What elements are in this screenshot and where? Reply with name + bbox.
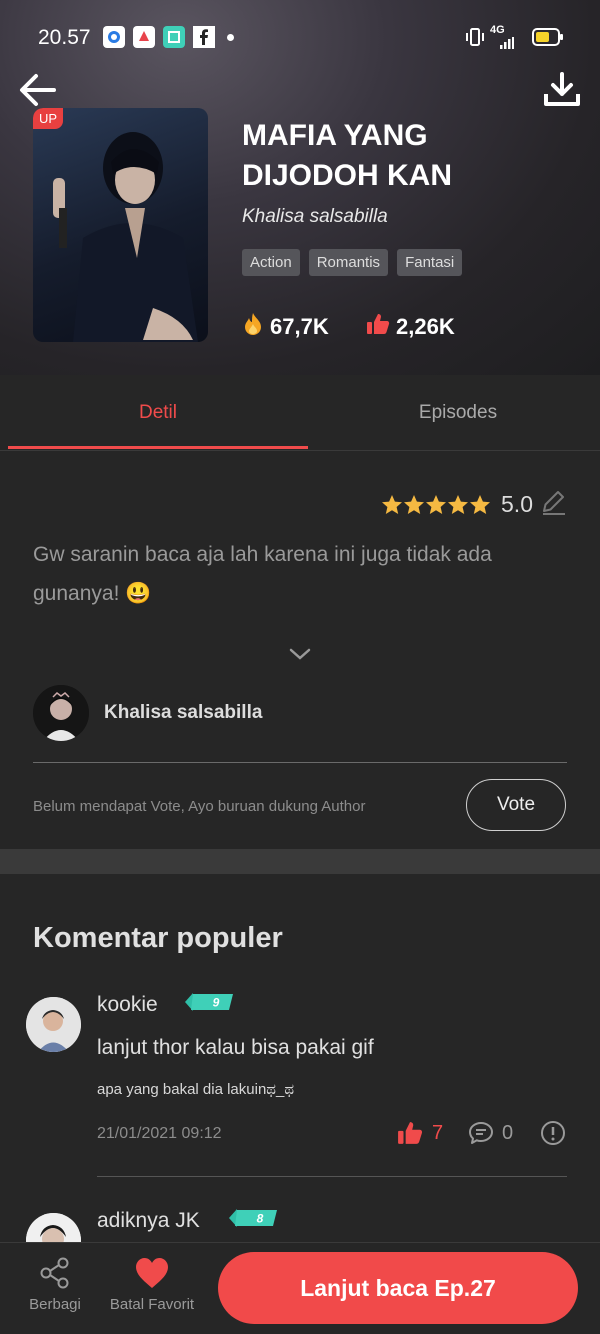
unfavorite-button[interactable]: Batal Favorit xyxy=(100,1256,204,1313)
comment-reply-count: 0 xyxy=(502,1121,514,1144)
status-time: 20.57 xyxy=(38,26,91,49)
comment-reply-button[interactable]: 0 xyxy=(468,1120,513,1146)
rating: 5.0 xyxy=(381,488,567,521)
share-button[interactable]: Berbagi xyxy=(22,1256,88,1313)
author-name: Khalisa salsabilla xyxy=(104,702,263,723)
section-separator xyxy=(0,849,600,874)
speech-bubble-icon xyxy=(469,1122,493,1144)
level-number: 9 xyxy=(213,996,220,1010)
heart-icon xyxy=(136,1258,168,1288)
comment-divider xyxy=(97,1176,567,1177)
views-stat: 67,7K xyxy=(242,312,329,342)
app-notification-icon-3 xyxy=(163,26,185,48)
comments-heading: Komentar populer xyxy=(33,922,283,954)
vote-button[interactable]: Vote xyxy=(466,779,566,831)
comment-date: 21/01/2021 09:12 xyxy=(97,1125,222,1142)
tab-detail[interactable]: Detil xyxy=(0,402,316,424)
star-rating-icon xyxy=(382,494,491,514)
tab-episodes[interactable]: Episodes xyxy=(308,402,600,424)
commenter-name[interactable]: adiknya JK xyxy=(97,1209,200,1233)
comment-text: lanjut thor kalau bisa pakai gif xyxy=(97,1036,374,1059)
signal-icon xyxy=(500,36,514,54)
flame-icon xyxy=(242,312,264,342)
vote-note: Belum mendapat Vote, Ayo buruan dukung A… xyxy=(33,798,366,815)
level-badge: 9 xyxy=(185,993,233,1011)
continue-reading-button[interactable]: Lanjut baca Ep.27 xyxy=(218,1252,578,1324)
genre-tag[interactable]: Romantis xyxy=(308,249,389,276)
likes-count: 2,26K xyxy=(396,314,455,339)
download-icon[interactable] xyxy=(542,70,582,110)
commenter-name[interactable]: kookie xyxy=(97,993,158,1017)
genre-tag[interactable]: Action xyxy=(242,249,300,276)
status-bar: 20.57 4G xyxy=(0,0,600,74)
share-icon xyxy=(40,1257,69,1289)
commenter-avatar[interactable] xyxy=(26,997,81,1052)
genre-tag[interactable]: Fantasi xyxy=(397,249,463,276)
thumbs-up-icon xyxy=(366,312,390,342)
comment-like-button[interactable]: 7 xyxy=(396,1120,443,1146)
vibrate-icon xyxy=(464,26,486,53)
update-badge: UP xyxy=(33,108,64,129)
expand-chevron-icon[interactable] xyxy=(288,646,312,667)
comment-subtext: apa yang bakal dia lakuinಥ_ಥ xyxy=(97,1081,295,1098)
edit-pencil-icon[interactable] xyxy=(539,488,567,521)
cover-image: UP xyxy=(33,108,208,342)
genre-tags: Action Romantis Fantasi xyxy=(242,249,463,276)
author-avatar xyxy=(33,685,89,741)
more-notifications-icon xyxy=(227,34,234,41)
views-count: 67,7K xyxy=(270,314,329,339)
report-icon[interactable] xyxy=(540,1120,566,1151)
app-notification-icon-2 xyxy=(133,26,155,48)
back-arrow-icon[interactable] xyxy=(18,70,58,110)
facebook-icon xyxy=(193,26,215,48)
thumbs-up-icon xyxy=(398,1122,423,1144)
unfavorite-label: Batal Favorit xyxy=(109,1296,195,1313)
rating-value: 5.0 xyxy=(501,491,533,517)
divider xyxy=(33,762,567,763)
author-row[interactable]: Khalisa salsabilla xyxy=(33,685,262,741)
tab-bar: Detil Episodes xyxy=(0,375,600,451)
novel-author[interactable]: Khalisa salsabilla xyxy=(242,206,388,228)
active-tab-indicator xyxy=(8,446,308,449)
likes-stat: 2,26K xyxy=(366,312,455,342)
battery-icon xyxy=(532,27,564,52)
novel-description: Gw saranin baca aja lah karena ini juga … xyxy=(33,543,492,605)
level-number: 8 xyxy=(257,1212,264,1226)
comment-like-count: 7 xyxy=(432,1121,444,1144)
app-notification-icon xyxy=(103,26,125,48)
share-label: Berbagi xyxy=(29,1296,81,1313)
network-type: 4G xyxy=(490,24,505,36)
level-badge: 8 xyxy=(229,1209,277,1227)
novel-title: MAFIA YANG DIJODOH KAN xyxy=(242,119,453,192)
